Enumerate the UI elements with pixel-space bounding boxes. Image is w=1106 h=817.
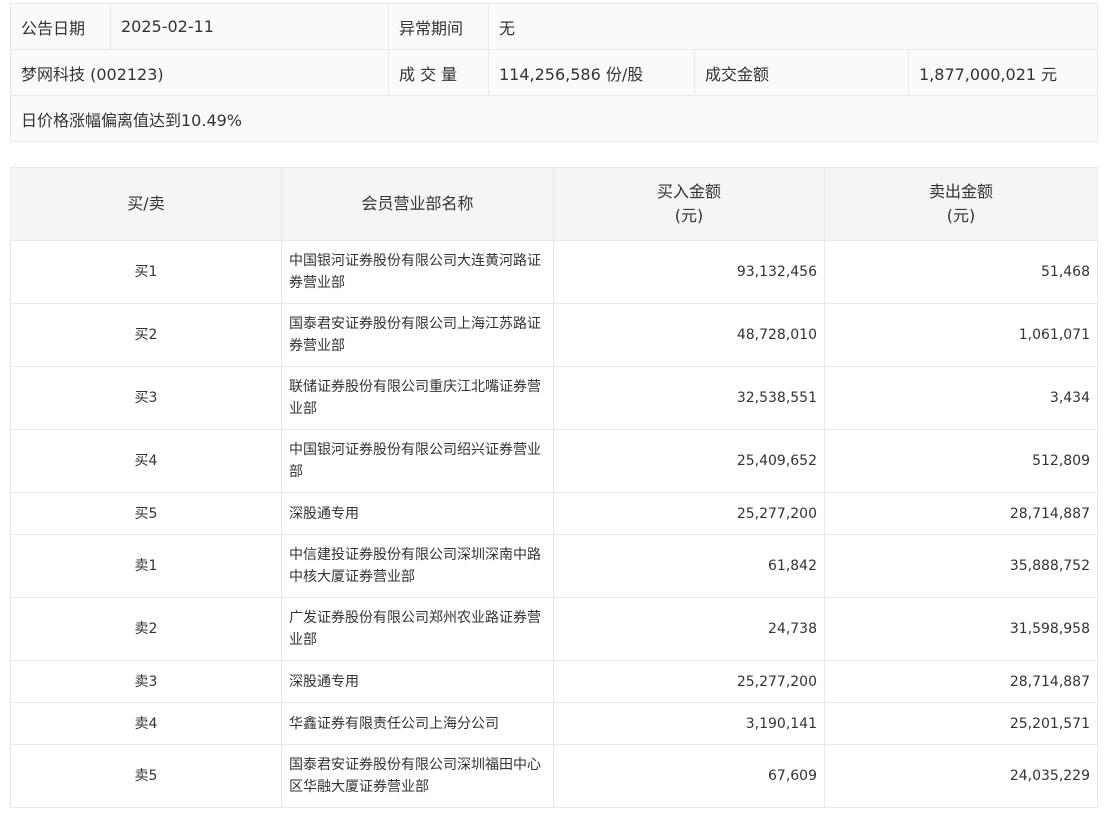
cell-sell: 512,809 [824,429,1098,493]
abnormal-reason: 日价格涨幅偏离值达到10.49% [9,95,1099,142]
table-row: 买5 深股通专用 25,277,200 28,714,887 [10,492,1098,535]
cell-sell: 24,035,229 [824,744,1098,808]
trading-seats-table: 买/卖 会员营业部名称 买入金额 (元) 卖出金额 (元) 买1 中国银河证券股份有限… [10,167,1098,808]
cell-sell: 1,061,071 [824,303,1098,367]
table-row: 卖5 国泰君安证券股份有限公司深圳福田中心区华融大厦证券营业部 67,609 24,0… [10,744,1098,808]
cell-buy: 3,190,141 [553,702,825,745]
cell-buy: 25,277,200 [553,492,825,535]
cell-side: 卖3 [10,660,282,703]
cell-side: 买4 [10,429,282,493]
cell-name: 深股通专用 [281,492,554,535]
abnormal-period: 无 [487,3,1099,50]
header-buy-label: 买入金额 [656,182,721,201]
turnover: 1,877,000,021 元 [907,49,1099,96]
stock-info-table: 公告日期 2025-02-11 异常期间 无 梦网科技 (002123) 成 交… [9,3,1099,142]
cell-name: 联储证券股份有限公司重庆江北嘴证券营业部 [281,366,554,430]
table-row: 买1 中国银河证券股份有限公司大连黄河路证券营业部 93,132,456 51,468 [10,240,1098,304]
header-name: 会员营业部名称 [281,167,554,241]
cell-sell: 28,714,887 [824,660,1098,703]
cell-buy: 61,842 [553,534,825,598]
table-row: 卖3 深股通专用 25,277,200 28,714,887 [10,660,1098,703]
cell-side: 买2 [10,303,282,367]
cell-sell: 35,888,752 [824,534,1098,598]
cell-name: 中信建投证券股份有限公司深圳深南中路中核大厦证券营业部 [281,534,554,598]
cell-sell: 51,468 [824,240,1098,304]
volume-label: 成 交 量 [388,49,489,96]
cell-name: 中国银河证券股份有限公司绍兴证券营业部 [281,429,554,493]
cell-name: 国泰君安证券股份有限公司深圳福田中心区华融大厦证券营业部 [281,744,554,808]
cell-side: 买1 [10,240,282,304]
cell-buy: 24,738 [553,597,825,661]
abnormal-period-label: 异常期间 [388,3,489,50]
cell-sell: 25,201,571 [824,702,1098,745]
cell-name: 中国银河证券股份有限公司大连黄河路证券营业部 [281,240,554,304]
announce-date: 2025-02-11 [110,3,389,50]
header-buy: 买入金额 (元) [553,167,825,241]
table-row: 买3 联储证券股份有限公司重庆江北嘴证券营业部 32,538,551 3,434 [10,366,1098,430]
cell-name: 广发证券股份有限公司郑州农业路证券营业部 [281,597,554,661]
cell-buy: 93,132,456 [553,240,825,304]
header-side: 买/卖 [10,167,282,241]
volume: 114,256,586 份/股 [488,49,695,96]
cell-side: 买5 [10,492,282,535]
cell-side: 卖5 [10,744,282,808]
header-sell-unit: (元) [946,206,976,225]
cell-buy: 32,538,551 [553,366,825,430]
table-row: 买4 中国银河证券股份有限公司绍兴证券营业部 25,409,652 512,809 [10,429,1098,493]
cell-name: 深股通专用 [281,660,554,703]
table-row: 卖2 广发证券股份有限公司郑州农业路证券营业部 24,738 31,598,958 [10,597,1098,661]
cell-side: 卖2 [10,597,282,661]
cell-buy: 67,609 [553,744,825,808]
table-row: 买2 国泰君安证券股份有限公司上海江苏路证券营业部 48,728,010 1,061,… [10,303,1098,367]
table-header: 买/卖 会员营业部名称 买入金额 (元) 卖出金额 (元) [10,167,1098,241]
header-buy-unit: (元) [674,206,704,225]
table-row: 卖4 华鑫证券有限责任公司上海分公司 3,190,141 25,201,571 [10,702,1098,745]
cell-buy: 25,409,652 [553,429,825,493]
cell-buy: 25,277,200 [553,660,825,703]
cell-name: 华鑫证券有限责任公司上海分公司 [281,702,554,745]
cell-side: 卖4 [10,702,282,745]
cell-sell: 28,714,887 [824,492,1098,535]
cell-buy: 48,728,010 [553,303,825,367]
cell-side: 买3 [10,366,282,430]
header-sell-label: 卖出金额 [928,182,993,201]
cell-side: 卖1 [10,534,282,598]
table-row: 卖1 中信建投证券股份有限公司深圳深南中路中核大厦证券营业部 61,842 35,88… [10,534,1098,598]
cell-name: 国泰君安证券股份有限公司上海江苏路证券营业部 [281,303,554,367]
announce-date-label: 公告日期 [10,3,111,50]
turnover-label: 成交金额 [694,49,909,96]
header-sell: 卖出金额 (元) [824,167,1098,241]
cell-sell: 31,598,958 [824,597,1098,661]
stock-name: 梦网科技 (002123) [10,49,389,96]
cell-sell: 3,434 [824,366,1098,430]
